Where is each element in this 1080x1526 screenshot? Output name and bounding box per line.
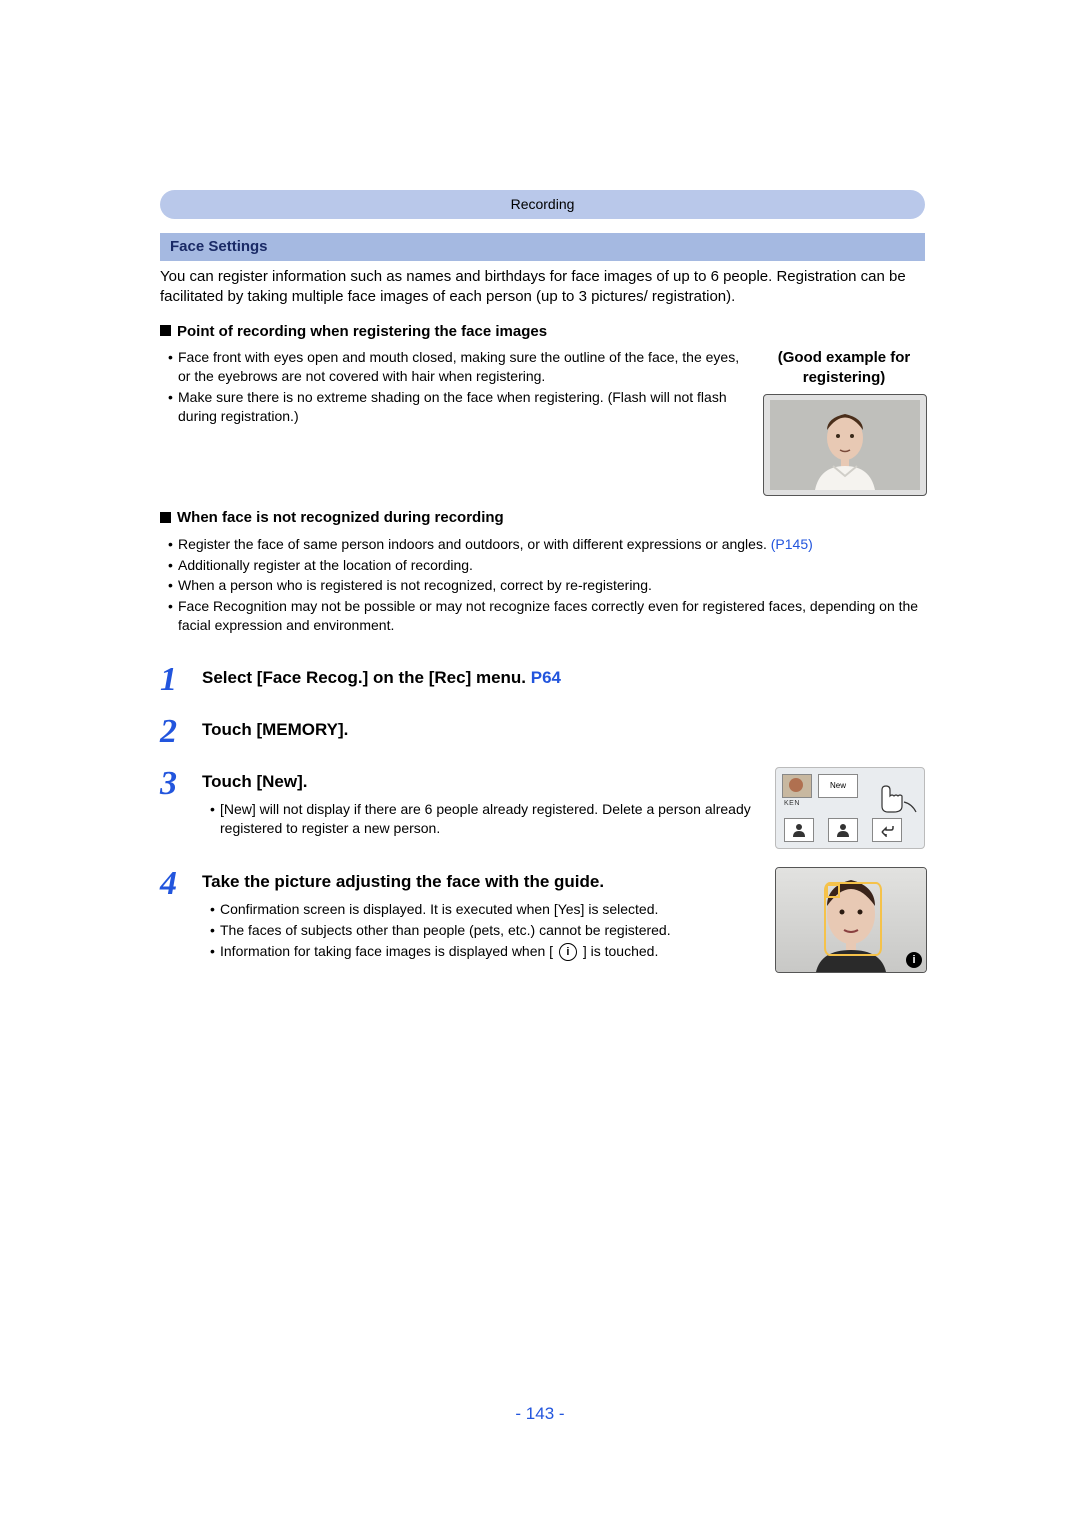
step-number: 4	[160, 867, 190, 901]
example-photo-inner	[770, 401, 920, 489]
page-number: - 143 -	[0, 1403, 1080, 1426]
list-item: Additionally register at the location of…	[168, 556, 925, 575]
subhead-not-recognized: When face is not recognized during recor…	[160, 508, 925, 528]
section-title-bar: Face Settings	[160, 233, 925, 261]
person-slot-icon	[784, 818, 814, 842]
step-title: Select [Face Recog.] on the [Rec] menu. …	[202, 668, 561, 687]
example-col: (Good example for registering)	[763, 348, 925, 497]
square-bullet-icon	[160, 512, 171, 523]
list-item: Register the face of same person indoors…	[168, 535, 925, 554]
steps-list: 1 Select [Face Recog.] on the [Rec] menu…	[160, 663, 925, 973]
page-link-p145[interactable]: (P145)	[771, 536, 813, 552]
person-face-icon	[770, 400, 920, 490]
list-item: Information for taking face images is di…	[210, 942, 763, 961]
subhead-text: Point of recording when registering the …	[177, 323, 547, 340]
list-item: Make sure there is no extreme shading on…	[168, 388, 745, 426]
sub1-bullets-col: Face front with eyes open and mouth clos…	[160, 348, 745, 436]
list-item: Face front with eyes open and mouth clos…	[168, 348, 745, 386]
sub2-bullet-list: Register the face of same person indoors…	[160, 535, 925, 635]
ui-bottom-row	[784, 818, 902, 842]
info-glyph: i	[566, 947, 569, 958]
good-example-label: (Good example for registering)	[763, 348, 925, 389]
subhead-point-of-recording: Point of recording when registering the …	[160, 322, 925, 342]
note-text-post: ] is touched.	[583, 943, 659, 959]
step-number: 1	[160, 663, 190, 697]
return-icon	[879, 823, 895, 837]
list-item: The faces of subjects other than people …	[210, 921, 763, 940]
intro-paragraph: You can register information such as nam…	[160, 267, 925, 308]
step-number: 3	[160, 767, 190, 801]
sub1-row: Face front with eyes open and mouth clos…	[160, 348, 925, 497]
person-icon	[835, 823, 851, 837]
list-item: Face Recognition may not be possible or …	[168, 597, 925, 635]
bullet-text: Register the face of same person indoors…	[178, 536, 767, 552]
ui-screenshot-new: New KEN	[775, 767, 925, 849]
step-title: Take the picture adjusting the face with…	[202, 871, 763, 894]
step-number: 2	[160, 715, 190, 749]
step-4: 4 Take the picture adjusting the face wi…	[160, 867, 925, 973]
info-glyph: i	[912, 953, 915, 968]
step-title-text: Select [Face Recog.] on the [Rec] menu.	[202, 668, 531, 687]
manual-page: Recording Face Settings You can register…	[0, 0, 1080, 1526]
step-title: Touch [MEMORY].	[202, 720, 348, 739]
sub1-bullet-list: Face front with eyes open and mouth clos…	[160, 348, 745, 426]
new-button[interactable]: New	[818, 774, 858, 798]
person-icon	[791, 823, 807, 837]
registered-face-thumb	[782, 774, 812, 798]
info-icon: i	[559, 943, 577, 961]
step-2: 2 Touch [MEMORY].	[160, 715, 925, 749]
list-item: When a person who is registered is not r…	[168, 576, 925, 595]
square-bullet-icon	[160, 325, 171, 336]
step3-illustration: New KEN	[775, 767, 925, 849]
step4-notes: Confirmation screen is displayed. It is …	[202, 900, 763, 961]
category-label: Recording	[511, 196, 575, 212]
step-body: Touch [MEMORY].	[202, 715, 925, 742]
step-1: 1 Select [Face Recog.] on the [Rec] menu…	[160, 663, 925, 697]
hand-pointer-icon	[876, 782, 920, 816]
step4-illustration: i	[775, 867, 925, 973]
step3-notes: [New] will not display if there are 6 pe…	[202, 800, 763, 838]
example-photo	[763, 394, 927, 496]
category-header: Recording	[160, 190, 925, 219]
new-button-label: New	[830, 781, 846, 792]
registered-name-label: KEN	[784, 799, 800, 808]
note-text-pre: Information for taking face images is di…	[220, 943, 553, 959]
info-icon[interactable]: i	[906, 952, 922, 968]
person-slot-icon	[828, 818, 858, 842]
face-guide-photo: i	[775, 867, 927, 973]
face-guide-frame-icon	[824, 882, 882, 956]
list-item: Confirmation screen is displayed. It is …	[210, 900, 763, 919]
step-body: Select [Face Recog.] on the [Rec] menu. …	[202, 663, 925, 690]
return-icon-box	[872, 818, 902, 842]
list-item: [New] will not display if there are 6 pe…	[210, 800, 763, 838]
step-title: Touch [New].	[202, 771, 763, 794]
subhead-text: When face is not recognized during recor…	[177, 509, 504, 526]
section-title: Face Settings	[170, 238, 268, 255]
step-body: Take the picture adjusting the face with…	[202, 867, 763, 971]
page-link-p64[interactable]: P64	[531, 668, 561, 687]
step-body: Touch [New]. [New] will not display if t…	[202, 767, 763, 848]
step-3: 3 Touch [New]. [New] will not display if…	[160, 767, 925, 849]
